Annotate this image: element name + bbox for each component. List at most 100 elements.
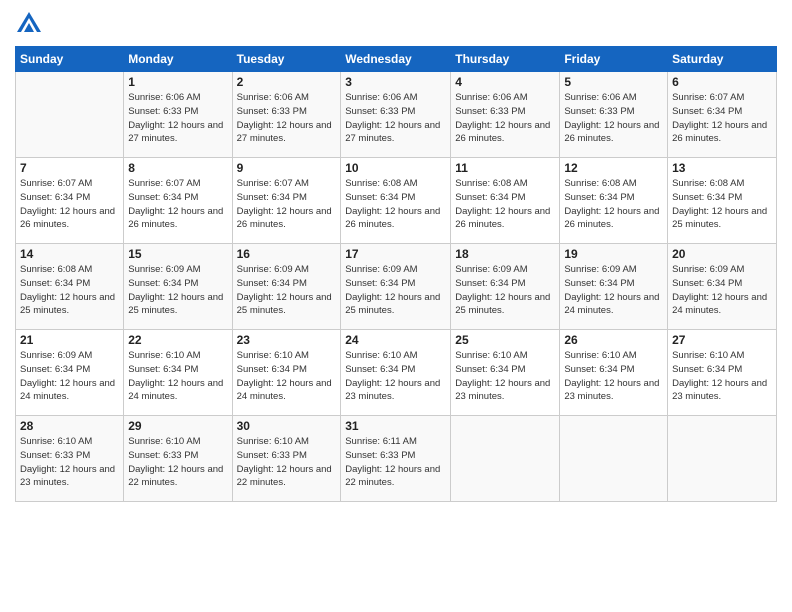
day-number: 31 <box>345 419 446 433</box>
day-number: 24 <box>345 333 446 347</box>
day-number: 8 <box>128 161 227 175</box>
day-number: 15 <box>128 247 227 261</box>
day-number: 22 <box>128 333 227 347</box>
day-info: Sunrise: 6:10 AMSunset: 6:34 PMDaylight:… <box>672 349 772 404</box>
calendar-cell: 23Sunrise: 6:10 AMSunset: 6:34 PMDayligh… <box>232 330 341 416</box>
calendar-cell <box>668 416 777 502</box>
calendar-cell: 27Sunrise: 6:10 AMSunset: 6:34 PMDayligh… <box>668 330 777 416</box>
calendar-body: 1 Sunrise: 6:06 AMSunset: 6:33 PMDaylight… <box>16 72 777 502</box>
logo <box>15 10 47 38</box>
calendar-cell: 11 Sunrise: 6:08 AMSunset: 6:34 PMDayligh… <box>451 158 560 244</box>
day-number: 26 <box>564 333 663 347</box>
calendar-cell: 20 Sunrise: 6:09 AMSunset: 6:34 PMDayligh… <box>668 244 777 330</box>
day-info: Sunrise: 6:07 AMSunset: 6:34 PMDaylight:… <box>237 177 337 232</box>
day-info: Sunrise: 6:10 AMSunset: 6:34 PMDaylight:… <box>345 349 446 404</box>
header <box>15 10 777 38</box>
calendar-cell: 1 Sunrise: 6:06 AMSunset: 6:33 PMDaylight… <box>124 72 232 158</box>
calendar-cell: 28 Sunrise: 6:10 AMSunset: 6:33 PMDayligh… <box>16 416 124 502</box>
day-number: 4 <box>455 75 555 89</box>
calendar-cell: 17 Sunrise: 6:09 AMSunset: 6:34 PMDayligh… <box>341 244 451 330</box>
day-info: Sunrise: 6:10 AMSunset: 6:33 PMDaylight:… <box>237 435 337 490</box>
logo-icon <box>15 10 43 38</box>
day-number: 21 <box>20 333 119 347</box>
day-number: 19 <box>564 247 663 261</box>
day-info: Sunrise: 6:09 AMSunset: 6:34 PMDaylight:… <box>237 263 337 318</box>
weekday-header-tuesday: Tuesday <box>232 47 341 72</box>
day-info: Sunrise: 6:06 AMSunset: 6:33 PMDaylight:… <box>345 91 446 146</box>
day-number: 25 <box>455 333 555 347</box>
day-info: Sunrise: 6:08 AMSunset: 6:34 PMDaylight:… <box>672 177 772 232</box>
day-number: 20 <box>672 247 772 261</box>
day-info: Sunrise: 6:07 AMSunset: 6:34 PMDaylight:… <box>672 91 772 146</box>
day-info: Sunrise: 6:10 AMSunset: 6:33 PMDaylight:… <box>128 435 227 490</box>
calendar-cell: 29 Sunrise: 6:10 AMSunset: 6:33 PMDayligh… <box>124 416 232 502</box>
weekday-header-friday: Friday <box>560 47 668 72</box>
calendar-cell: 22 Sunrise: 6:10 AMSunset: 6:34 PMDayligh… <box>124 330 232 416</box>
calendar-week-2: 7Sunrise: 6:07 AMSunset: 6:34 PMDaylight… <box>16 158 777 244</box>
calendar-cell: 12 Sunrise: 6:08 AMSunset: 6:34 PMDayligh… <box>560 158 668 244</box>
calendar-cell: 19 Sunrise: 6:09 AMSunset: 6:34 PMDayligh… <box>560 244 668 330</box>
calendar-week-5: 28 Sunrise: 6:10 AMSunset: 6:33 PMDayligh… <box>16 416 777 502</box>
calendar-cell: 21 Sunrise: 6:09 AMSunset: 6:34 PMDayligh… <box>16 330 124 416</box>
day-number: 2 <box>237 75 337 89</box>
day-info: Sunrise: 6:09 AMSunset: 6:34 PMDaylight:… <box>564 263 663 318</box>
calendar-cell: 16Sunrise: 6:09 AMSunset: 6:34 PMDayligh… <box>232 244 341 330</box>
day-info: Sunrise: 6:09 AMSunset: 6:34 PMDaylight:… <box>672 263 772 318</box>
day-info: Sunrise: 6:10 AMSunset: 6:33 PMDaylight:… <box>20 435 119 490</box>
day-info: Sunrise: 6:08 AMSunset: 6:34 PMDaylight:… <box>455 177 555 232</box>
calendar-cell: 3 Sunrise: 6:06 AMSunset: 6:33 PMDaylight… <box>341 72 451 158</box>
weekday-header-sunday: Sunday <box>16 47 124 72</box>
day-info: Sunrise: 6:08 AMSunset: 6:34 PMDaylight:… <box>564 177 663 232</box>
day-info: Sunrise: 6:08 AMSunset: 6:34 PMDaylight:… <box>20 263 119 318</box>
day-info: Sunrise: 6:06 AMSunset: 6:33 PMDaylight:… <box>564 91 663 146</box>
calendar-week-1: 1 Sunrise: 6:06 AMSunset: 6:33 PMDaylight… <box>16 72 777 158</box>
day-info: Sunrise: 6:06 AMSunset: 6:33 PMDaylight:… <box>237 91 337 146</box>
day-info: Sunrise: 6:06 AMSunset: 6:33 PMDaylight:… <box>128 91 227 146</box>
day-number: 3 <box>345 75 446 89</box>
day-info: Sunrise: 6:11 AMSunset: 6:33 PMDaylight:… <box>345 435 446 490</box>
weekday-header-monday: Monday <box>124 47 232 72</box>
calendar: SundayMondayTuesdayWednesdayThursdayFrid… <box>15 46 777 502</box>
day-number: 11 <box>455 161 555 175</box>
day-number: 12 <box>564 161 663 175</box>
day-number: 9 <box>237 161 337 175</box>
day-info: Sunrise: 6:09 AMSunset: 6:34 PMDaylight:… <box>345 263 446 318</box>
calendar-cell: 5 Sunrise: 6:06 AMSunset: 6:33 PMDaylight… <box>560 72 668 158</box>
day-number: 1 <box>128 75 227 89</box>
day-number: 18 <box>455 247 555 261</box>
calendar-cell: 10Sunrise: 6:08 AMSunset: 6:34 PMDayligh… <box>341 158 451 244</box>
calendar-header: SundayMondayTuesdayWednesdayThursdayFrid… <box>16 47 777 72</box>
weekday-header-saturday: Saturday <box>668 47 777 72</box>
day-info: Sunrise: 6:07 AMSunset: 6:34 PMDaylight:… <box>128 177 227 232</box>
calendar-cell: 25 Sunrise: 6:10 AMSunset: 6:34 PMDayligh… <box>451 330 560 416</box>
calendar-week-3: 14 Sunrise: 6:08 AMSunset: 6:34 PMDayligh… <box>16 244 777 330</box>
calendar-week-4: 21 Sunrise: 6:09 AMSunset: 6:34 PMDayligh… <box>16 330 777 416</box>
calendar-cell <box>451 416 560 502</box>
day-info: Sunrise: 6:10 AMSunset: 6:34 PMDaylight:… <box>128 349 227 404</box>
day-number: 17 <box>345 247 446 261</box>
weekday-header-wednesday: Wednesday <box>341 47 451 72</box>
calendar-cell: 26 Sunrise: 6:10 AMSunset: 6:34 PMDayligh… <box>560 330 668 416</box>
calendar-cell: 24 Sunrise: 6:10 AMSunset: 6:34 PMDayligh… <box>341 330 451 416</box>
day-info: Sunrise: 6:10 AMSunset: 6:34 PMDaylight:… <box>564 349 663 404</box>
calendar-cell <box>16 72 124 158</box>
calendar-cell: 4Sunrise: 6:06 AMSunset: 6:33 PMDaylight… <box>451 72 560 158</box>
day-number: 5 <box>564 75 663 89</box>
day-info: Sunrise: 6:08 AMSunset: 6:34 PMDaylight:… <box>345 177 446 232</box>
weekday-header-thursday: Thursday <box>451 47 560 72</box>
calendar-cell: 30 Sunrise: 6:10 AMSunset: 6:33 PMDayligh… <box>232 416 341 502</box>
calendar-cell <box>560 416 668 502</box>
day-info: Sunrise: 6:09 AMSunset: 6:34 PMDaylight:… <box>455 263 555 318</box>
day-number: 6 <box>672 75 772 89</box>
calendar-cell: 6 Sunrise: 6:07 AMSunset: 6:34 PMDaylight… <box>668 72 777 158</box>
day-number: 13 <box>672 161 772 175</box>
calendar-cell: 31 Sunrise: 6:11 AMSunset: 6:33 PMDayligh… <box>341 416 451 502</box>
day-number: 28 <box>20 419 119 433</box>
day-info: Sunrise: 6:09 AMSunset: 6:34 PMDaylight:… <box>20 349 119 404</box>
calendar-cell: 2 Sunrise: 6:06 AMSunset: 6:33 PMDaylight… <box>232 72 341 158</box>
day-info: Sunrise: 6:10 AMSunset: 6:34 PMDaylight:… <box>455 349 555 404</box>
day-number: 14 <box>20 247 119 261</box>
calendar-cell: 7Sunrise: 6:07 AMSunset: 6:34 PMDaylight… <box>16 158 124 244</box>
day-number: 29 <box>128 419 227 433</box>
day-number: 30 <box>237 419 337 433</box>
